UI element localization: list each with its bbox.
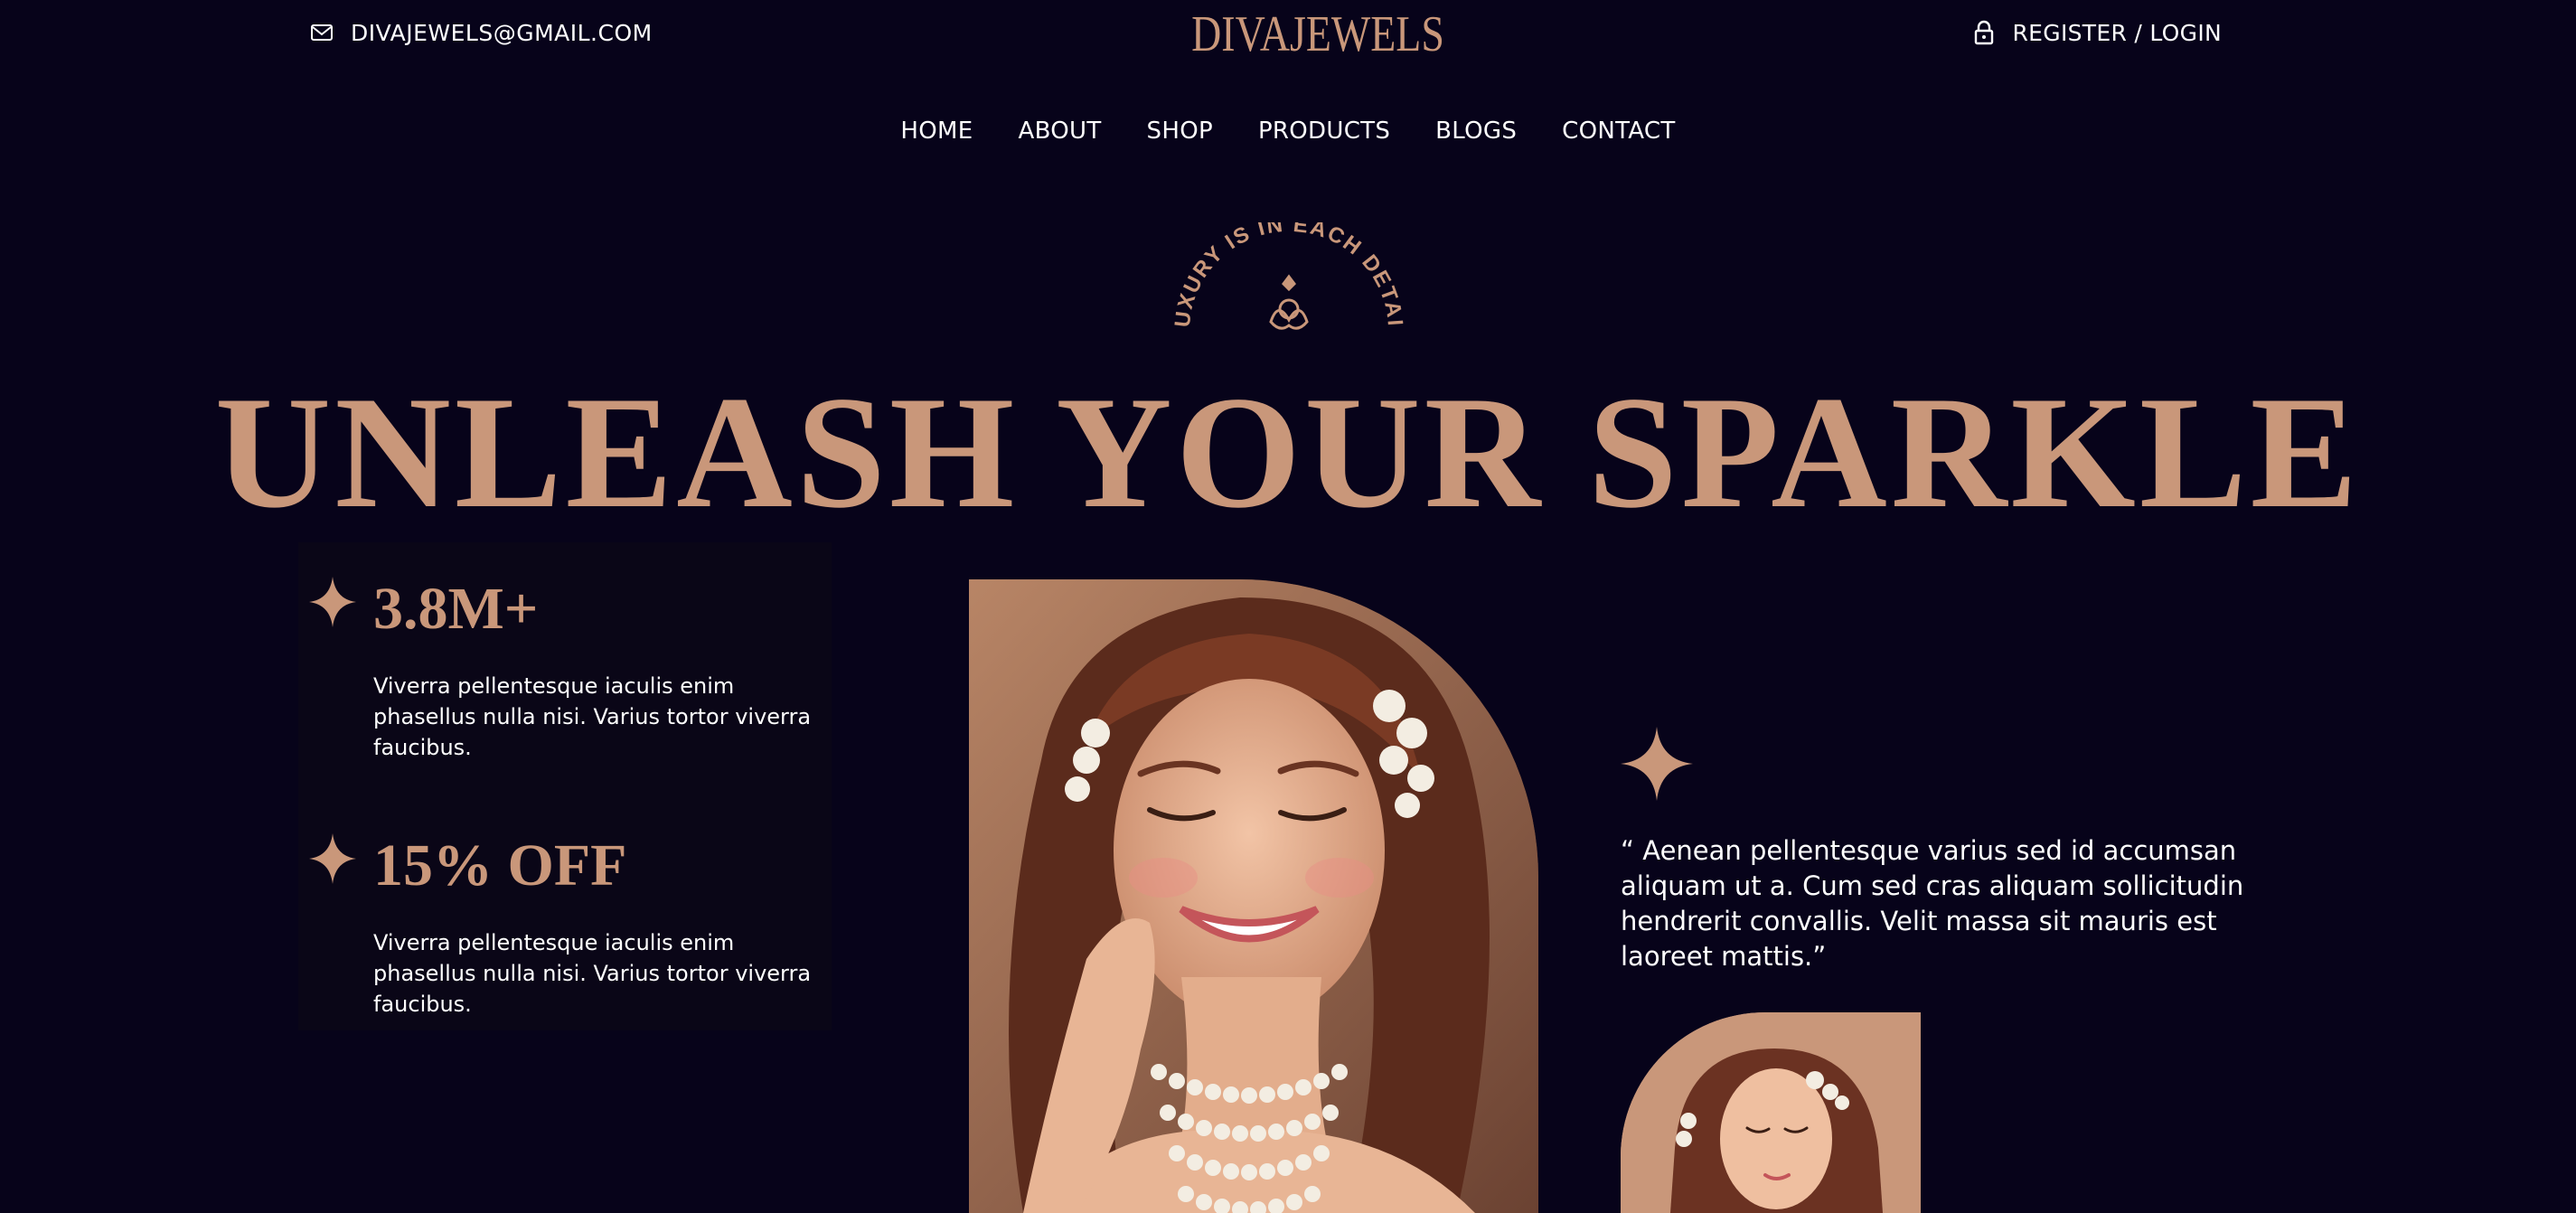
sparkle-star-icon <box>309 577 356 627</box>
stat-value: 3.8M+ <box>373 576 539 642</box>
hero-image <box>969 579 1538 1213</box>
brand-logo[interactable]: DIVAJEWELS <box>1163 7 1471 61</box>
nav-item-shop[interactable]: SHOP <box>1147 118 1213 145</box>
sparkle-star-icon <box>309 833 356 884</box>
nav-item-about[interactable]: ABOUT <box>1019 118 1102 145</box>
nav-item-products[interactable]: PRODUCTS <box>1258 118 1390 145</box>
nav-item-home[interactable]: HOME <box>900 118 973 145</box>
testimonial-quote: “ Aenean pellentesque varius sed id accu… <box>1621 835 2244 972</box>
secondary-image <box>1621 1012 1921 1213</box>
email-address: DIVAJEWELS@GMAIL.COM <box>351 19 653 46</box>
register-login-label: REGISTER / LOGIN <box>2012 19 2222 46</box>
stat-value: 15% OFF <box>373 832 627 898</box>
stat-description: Viverra pellentesque iaculis enim phasel… <box>373 673 812 760</box>
nav-list: HOME ABOUT SHOP PRODUCTS BLOGS CONTACT <box>900 118 1675 145</box>
email-link[interactable]: DIVAJEWELS@GMAIL.COM <box>309 18 653 47</box>
hero-headline: UNLEASH YOUR SPARKLE <box>214 362 2362 541</box>
brand-logo-text: DIVAJEWELS <box>1191 6 1444 62</box>
stat-description: Viverra pellentesque iaculis enim phasel… <box>373 930 812 1017</box>
luxury-badge: LUXURY IS IN EACH DETAIL <box>1162 222 1415 340</box>
mail-icon <box>309 20 334 45</box>
nav-item-blogs[interactable]: BLOGS <box>1435 118 1517 145</box>
main-nav: HOME ABOUT SHOP PRODUCTS BLOGS CONTACT <box>0 118 2576 145</box>
sparkle-star-icon <box>1621 727 1693 801</box>
ring-emblem-icon <box>1269 274 1309 330</box>
lock-icon <box>1971 19 1997 46</box>
register-login-link[interactable]: REGISTER / LOGIN <box>1971 18 2223 47</box>
nav-item-contact[interactable]: CONTACT <box>1562 118 1675 145</box>
